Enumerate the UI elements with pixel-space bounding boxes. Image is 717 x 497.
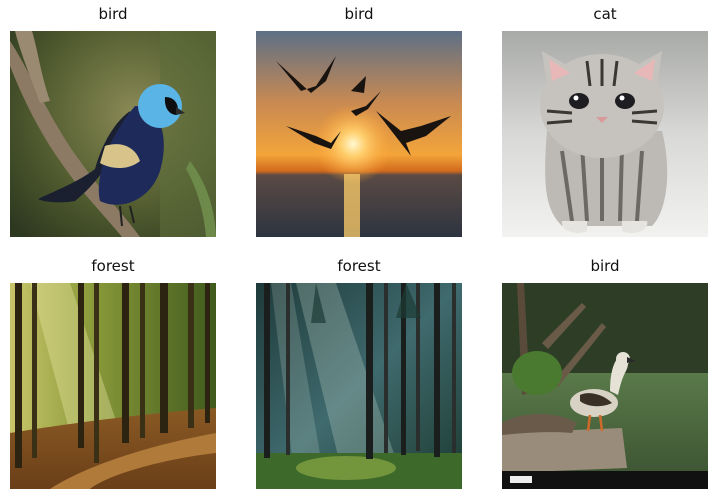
forest-photo (256, 283, 462, 489)
image-title: cat (593, 5, 617, 23)
image-title: bird (344, 5, 374, 23)
bird-tanager-image (10, 31, 216, 237)
misty-forest-image (256, 283, 462, 489)
kitten-image (502, 31, 708, 237)
bird-photo (10, 31, 216, 237)
forest-photo (10, 283, 216, 489)
image-title: forest (91, 257, 135, 275)
forest-path-image (10, 283, 216, 489)
bird-photo (256, 31, 462, 237)
image-title: forest (337, 257, 381, 275)
cat-photo (502, 31, 708, 237)
bird-photo (502, 283, 708, 489)
image-title: bird (98, 5, 128, 23)
birds-sunset-image (256, 31, 462, 237)
duck-pond-image (502, 283, 708, 489)
image-title: bird (590, 257, 620, 275)
